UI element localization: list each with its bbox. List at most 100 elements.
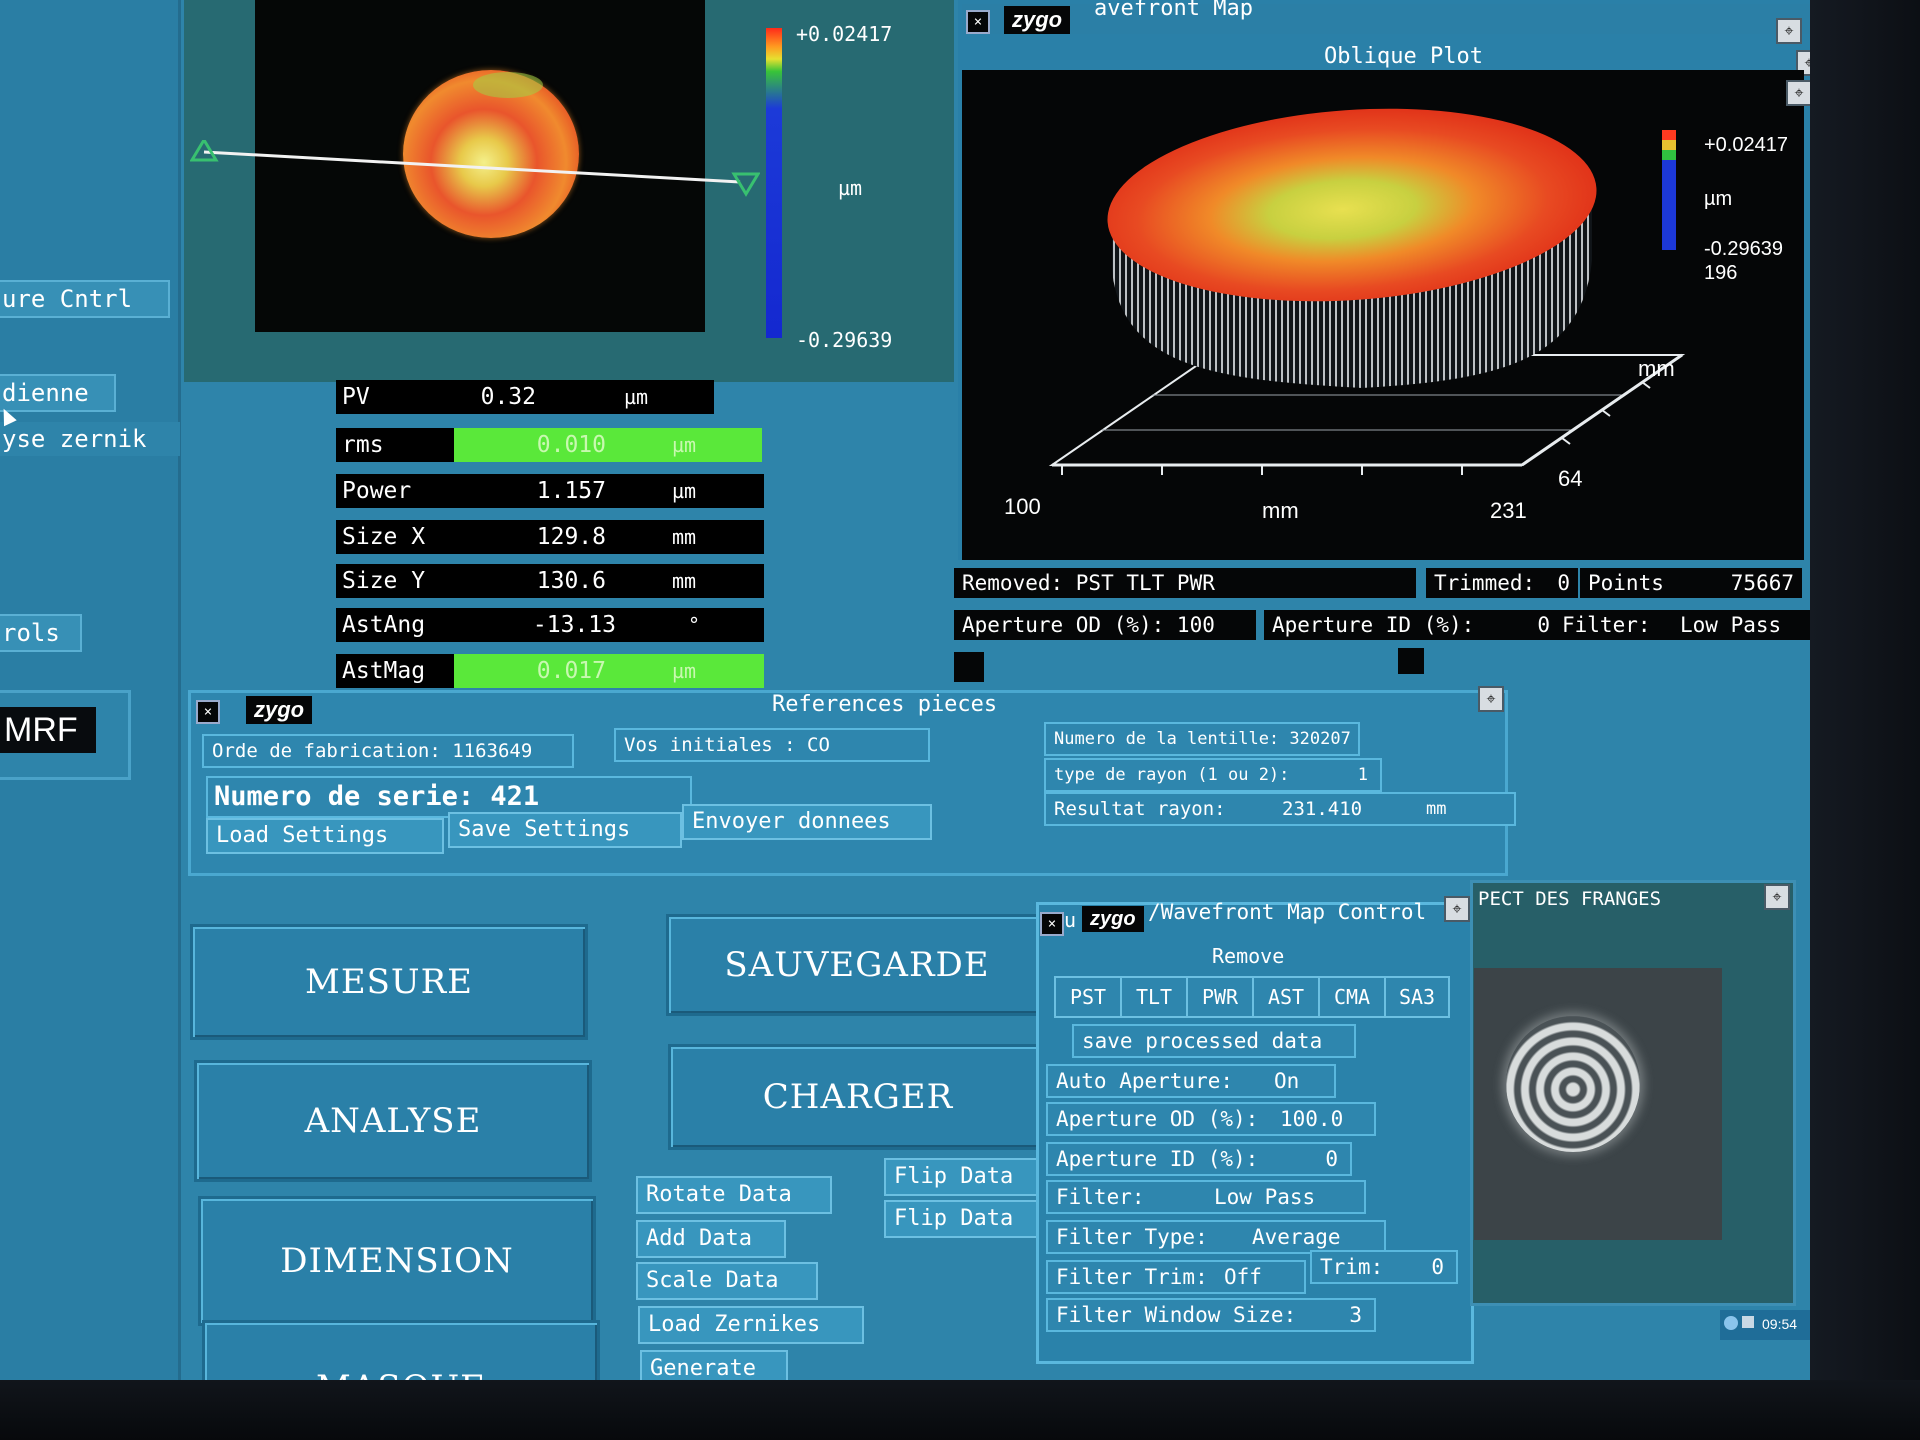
trim-field[interactable]: Trim: 0 — [1310, 1250, 1458, 1284]
network-icon[interactable] — [1724, 1316, 1738, 1330]
initiales-field[interactable]: Vos initiales : CO — [614, 728, 930, 762]
remove-cma-button[interactable]: CMA — [1318, 976, 1386, 1018]
remove-sa3-button[interactable]: SA3 — [1384, 976, 1450, 1018]
sauvegarde-button[interactable]: SAUVEGARDE — [666, 914, 1048, 1016]
analyse-button[interactable]: ANALYSE — [194, 1060, 592, 1182]
resultat-rayon-field: Resultat rayon: 231.410 mm — [1044, 792, 1516, 826]
aperture-od-field[interactable]: Aperture OD (%): 100.0 — [1046, 1102, 1376, 1136]
measurement-row-size-x: Size X 129.8 mm — [336, 520, 764, 554]
remove-ast-button[interactable]: AST — [1252, 976, 1320, 1018]
masque-button[interactable]: MASQUE — [202, 1320, 600, 1380]
plot-axis-x-start: 100 — [1004, 494, 1041, 519]
plot-inner-pin-icon[interactable]: ⌖ — [1786, 80, 1810, 106]
save-settings-button[interactable]: Save Settings — [448, 812, 682, 848]
type-rayon-field[interactable]: type de rayon (1 ou 2): 1 — [1044, 758, 1382, 792]
scale-data-button[interactable]: Scale Data — [636, 1262, 818, 1300]
filter-status: Filter: Low Pass — [1554, 610, 1810, 640]
aperture-id-field[interactable]: Aperture ID (%): 0 — [1046, 1142, 1352, 1176]
wavefront-window-titlebar[interactable]: × zygo avefront Map ⌖ — [962, 0, 1810, 44]
sidebar-item-label: yse zernik — [2, 425, 147, 453]
pin-icon[interactable]: ⌖ — [1776, 18, 1802, 44]
surface-map-highlight — [473, 72, 543, 98]
references-close-icon[interactable]: × — [196, 700, 220, 724]
wavefront-window-title: avefront Map — [1094, 0, 1253, 21]
surface-map-colorbar — [766, 28, 782, 338]
load-zernikes-button[interactable]: Load Zernikes — [638, 1306, 864, 1344]
plot-colorbar-extra: 196 — [1704, 262, 1738, 284]
plot-axis-y-label: mm — [1638, 356, 1675, 381]
plot-axis-x-end: 231 — [1490, 498, 1527, 523]
add-data-button[interactable]: Add Data — [636, 1220, 786, 1258]
measurement-row-astmag: AstMag 0.017 µm — [336, 654, 764, 688]
control-title: /Wavefront Map Control — [1148, 900, 1427, 924]
status-swatch-left — [954, 652, 984, 682]
sidebar-item-label: ure Cntrl — [2, 285, 133, 313]
profile-line[interactable] — [190, 140, 760, 200]
plot-colorbar-unit: µm — [1704, 188, 1733, 210]
auto-aperture-field[interactable]: Auto Aperture: On — [1046, 1064, 1336, 1098]
filter-field[interactable]: Filter: Low Pass — [1046, 1180, 1366, 1214]
rotate-data-button[interactable]: Rotate Data — [636, 1176, 832, 1214]
monitor-bezel-bottom — [0, 1380, 1920, 1440]
filter-window-size-field[interactable]: Filter Window Size: 3 — [1046, 1298, 1376, 1332]
ordre-fabrication-field[interactable]: Orde de fabrication: 1163649 — [202, 734, 574, 768]
aperture-id-status: Aperture ID (%): 0 — [1264, 610, 1558, 640]
aperture-od-status: Aperture OD (%): 100 — [954, 610, 1256, 640]
remove-label: Remove — [1212, 944, 1285, 968]
sidebar-item-label: dienne — [2, 379, 89, 407]
control-pin-icon[interactable]: ⌖ — [1444, 896, 1470, 922]
status-swatch-right — [1398, 648, 1424, 674]
remove-tlt-button[interactable]: TLT — [1120, 976, 1188, 1018]
sidebar-item-label: rols — [2, 619, 60, 647]
control-zygo-logo: zygo — [1082, 906, 1144, 932]
mesure-button[interactable]: MESURE — [190, 924, 588, 1040]
measurement-row-rms: rms 0.010 µm — [336, 428, 762, 462]
measurement-row-astang: AstAng -13.13 ° — [336, 608, 764, 642]
plot-colorbar-min: -0.29639 — [1704, 238, 1783, 260]
generate-button[interactable]: Generate — [640, 1350, 788, 1380]
oblique-plot-svg — [1048, 108, 1686, 475]
taskbar-tray: 09:54 — [1720, 1310, 1810, 1340]
left-sidebar: ure Cntrl dienne yse zernik rols MRF — [0, 0, 181, 1380]
fringes-title: PECT DES FRANGES — [1478, 888, 1662, 910]
removed-status: Removed: PST TLT PWR — [954, 568, 1416, 598]
dimension-button[interactable]: DIMENSION — [198, 1196, 596, 1326]
measurement-row-size-y: Size Y 130.6 mm — [336, 564, 764, 598]
fringes-view[interactable] — [1474, 968, 1722, 1240]
oblique-plot-title: Oblique Plot — [1324, 44, 1483, 69]
sidebar-item-dienne[interactable]: dienne — [0, 374, 116, 412]
references-zygo-logo: zygo — [246, 696, 313, 724]
remove-pst-button[interactable]: PST — [1054, 976, 1122, 1018]
references-pin-icon[interactable]: ⌖ — [1478, 686, 1504, 712]
filter-trim-field[interactable]: Filter Trim: Off — [1046, 1260, 1306, 1294]
zygo-logo: zygo — [1004, 6, 1071, 34]
numero-lentille-field[interactable]: Numero de la lentille: 320207 — [1044, 722, 1360, 756]
sidebar-item-controls[interactable]: rols — [0, 614, 82, 652]
control-title-prefix: u — [1064, 908, 1077, 932]
sidebar-item-ure-cntrl[interactable]: ure Cntrl — [0, 280, 170, 318]
plot-axis-y-end: 64 — [1558, 466, 1583, 491]
trimmed-status: Trimmed: 0 — [1426, 568, 1578, 598]
control-close-icon[interactable]: × — [1040, 912, 1064, 936]
fringes-pin-icon[interactable]: ⌖ — [1764, 884, 1790, 910]
sidebar-item-zernike[interactable]: yse zernik — [0, 422, 180, 456]
points-status: Points 75667 — [1580, 568, 1802, 598]
envoyer-donnees-button[interactable]: Envoyer donnees — [682, 804, 932, 840]
volume-icon[interactable] — [1742, 1316, 1754, 1328]
fringe-pattern — [1506, 1016, 1640, 1152]
references-title: References pieces — [772, 692, 998, 717]
plot-colorbar-max: +0.02417 — [1704, 134, 1788, 156]
load-settings-button[interactable]: Load Settings — [206, 818, 444, 854]
filter-type-field[interactable]: Filter Type: Average — [1046, 1220, 1386, 1254]
plot-axis-x-label: mm — [1262, 498, 1299, 523]
screen: ure Cntrl dienne yse zernik rols MRF +0.… — [0, 0, 1810, 1380]
oblique-plot-area[interactable]: +0.02417 µm -0.29639 196 100 mm 231 64 m… — [962, 70, 1804, 560]
colorbar-max: +0.02417 — [796, 22, 893, 46]
colorbar-min: -0.29639 — [796, 328, 893, 352]
remove-pwr-button[interactable]: PWR — [1186, 976, 1254, 1018]
mrf-button[interactable]: MRF — [0, 707, 96, 753]
measurement-row-pv: PV 0.32 µm — [336, 380, 714, 414]
close-icon[interactable]: × — [966, 10, 990, 34]
charger-button[interactable]: CHARGER — [668, 1044, 1048, 1150]
save-processed-data-button[interactable]: save processed data — [1072, 1024, 1356, 1058]
